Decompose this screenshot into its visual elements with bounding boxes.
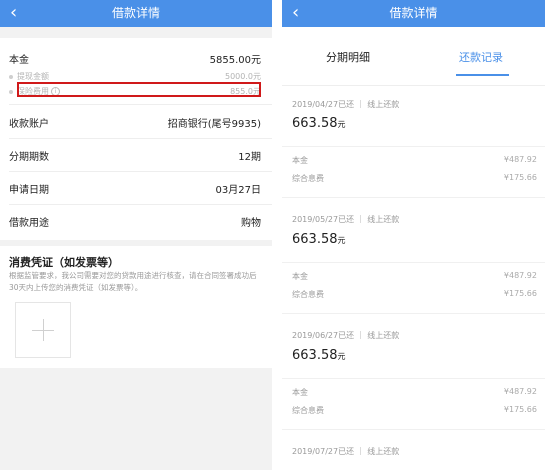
insurance-highlight-box (17, 82, 261, 97)
principal-row: 本金 5855.00元 (9, 51, 261, 66)
record-principal-row: 本金 ¥487.92 (292, 387, 537, 398)
record-amount: 663.58元 (292, 232, 346, 247)
record-amount: 663.58元 (292, 348, 346, 363)
divider (9, 204, 272, 205)
tab-repayment-record[interactable]: 还款记录 (459, 49, 503, 65)
purpose-row: 借款用途 购物 (9, 214, 261, 229)
record-principal-value: ¥487.92 (503, 155, 537, 164)
record-amount-unit: 元 (337, 236, 346, 245)
record-amount-unit: 元 (337, 352, 346, 361)
tab-installment-detail[interactable]: 分期明细 (326, 49, 370, 65)
record-interest-row: 综合息费 ¥175.66 (292, 173, 537, 184)
repayment-record-screen: ‹ 借款详情 分期明细 还款记录 2019/04/27已还 ｜ 线上还款 663… (282, 0, 545, 470)
tab-bar: 分期明细 还款记录 (282, 27, 545, 86)
installments-label: 分期期数 (9, 152, 49, 163)
record-amount-value: 663.58 (292, 348, 338, 363)
record-header: 2019/05/27已还 ｜ 线上还款 (292, 215, 400, 224)
record-header: 2019/06/27已还 ｜ 线上还款 (292, 331, 400, 340)
record-interest-label: 综合息费 (292, 174, 324, 183)
record-interest-value: ¥175.66 (503, 173, 537, 182)
divider (9, 171, 272, 172)
record-interest-value: ¥175.66 (503, 405, 537, 414)
divider (282, 197, 545, 198)
apply-date-value: 03月27日 (215, 185, 261, 196)
upload-voucher-button[interactable] (15, 302, 71, 358)
record-interest-value: ¥175.66 (503, 289, 537, 298)
principal-label: 本金 (9, 55, 29, 66)
installments-row: 分期期数 12期 (9, 148, 261, 163)
divider (282, 146, 545, 147)
purpose-value: 购物 (241, 218, 261, 229)
withdraw-row: 提现金额 5000.0元 (9, 71, 261, 82)
loan-detail-screen: ‹ 借款详情 本金 5855.00元 提现金额 5000.0元 保险费用 i 85… (0, 0, 272, 470)
divider (282, 85, 545, 86)
record-amount-unit: 元 (337, 120, 346, 129)
divider (282, 262, 545, 263)
record-interest-label: 综合息费 (292, 406, 324, 415)
apply-date-label: 申请日期 (9, 185, 49, 196)
account-value: 招商银行(尾号9935) (167, 119, 261, 130)
principal-value: 5855.00元 (209, 55, 261, 66)
record-amount-value: 663.58 (292, 232, 338, 247)
withdraw-label: 提现金额 (17, 72, 49, 81)
record-principal-row: 本金 ¥487.92 (292, 271, 537, 282)
bullet-dot (9, 74, 13, 79)
divider (282, 313, 545, 314)
voucher-description: 根据监管要求，我公司需要对您的贷款用途进行核查，请在合同签署成功后30天内上传您… (9, 271, 257, 292)
record-interest-row: 综合息费 ¥175.66 (292, 405, 537, 416)
divider (282, 378, 545, 379)
record-header: 2019/04/27已还 ｜ 线上还款 (292, 100, 400, 109)
panel-gap (272, 0, 282, 470)
record-principal-label: 本金 (292, 272, 308, 281)
plus-icon-vertical (43, 319, 44, 341)
record-interest-row: 综合息费 ¥175.66 (292, 289, 537, 300)
nav-title: 借款详情 (111, 6, 160, 20)
nav-bar: ‹ 借款详情 (282, 0, 545, 27)
voucher-title: 消费凭证（如发票等） (9, 256, 119, 269)
apply-date-row: 申请日期 03月27日 (9, 181, 261, 196)
record-principal-value: ¥487.92 (503, 387, 537, 396)
loan-info-card: 本金 5855.00元 提现金额 5000.0元 保险费用 i 855.0元 收款… (0, 38, 272, 240)
voucher-card: 消费凭证（如发票等） 根据监管要求，我公司需要对您的贷款用途进行核查，请在合同签… (0, 246, 272, 368)
record-header: 2019/07/27已还 ｜ 线上还款 (292, 447, 400, 456)
nav-bar: ‹ 借款详情 (0, 0, 272, 27)
purpose-label: 借款用途 (9, 218, 49, 229)
bullet-dot (9, 89, 13, 94)
record-principal-label: 本金 (292, 388, 308, 397)
divider (282, 429, 545, 430)
account-row: 收款账户 招商银行(尾号9935) (9, 115, 261, 130)
withdraw-value: 5000.0元 (225, 72, 261, 81)
nav-title: 借款详情 (389, 6, 438, 20)
record-interest-label: 综合息费 (292, 290, 324, 299)
installments-value: 12期 (238, 152, 261, 163)
record-principal-value: ¥487.92 (503, 271, 537, 280)
record-principal-row: 本金 ¥487.92 (292, 155, 537, 166)
divider (9, 138, 272, 139)
record-amount: 663.58元 (292, 116, 346, 131)
record-amount-value: 663.58 (292, 116, 338, 131)
record-principal-label: 本金 (292, 156, 308, 165)
account-label: 收款账户 (9, 119, 49, 130)
divider (9, 104, 272, 105)
active-tab-indicator (456, 74, 509, 76)
